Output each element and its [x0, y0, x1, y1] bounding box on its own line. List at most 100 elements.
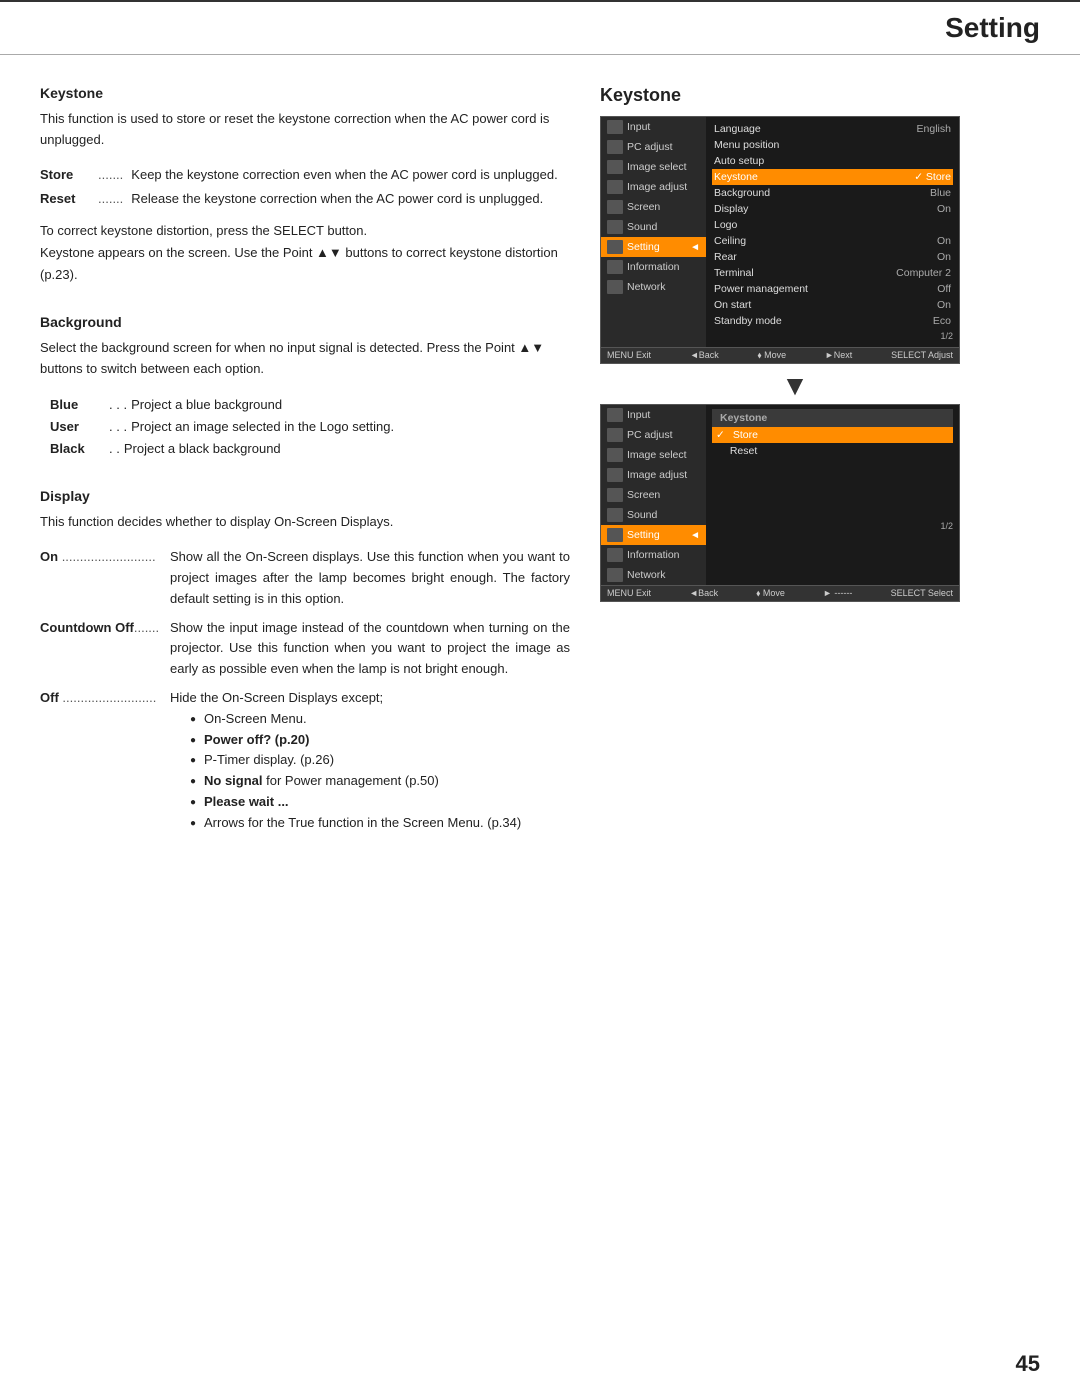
menu-image-adjust: Image adjust: [601, 177, 706, 197]
bg-blue-text: Project a blue background: [131, 394, 282, 416]
display-off-text: Hide the On-Screen Displays except; On-S…: [170, 688, 570, 834]
store-label: Store: [40, 165, 90, 186]
bullet-item-4: No signal for Power management (p.50): [190, 771, 570, 792]
submenu-store: ✓ Store: [712, 427, 953, 443]
arrow-down-indicator: ▼: [600, 372, 990, 400]
keystone-right-title: Keystone: [600, 85, 990, 106]
image-select-icon-2: [607, 448, 623, 462]
bullet-item-3: P-Timer display. (p.26): [190, 750, 570, 771]
sound-icon: [607, 220, 623, 234]
menu-right-standby: Standby mode Eco: [712, 313, 953, 329]
display-off-row: Off .......................... Hide the …: [40, 688, 570, 834]
keystone-reset-row: Reset ....... Release the keystone corre…: [40, 189, 570, 210]
screen-icon-2: [607, 488, 623, 502]
menu2-sound: Sound: [601, 505, 706, 525]
right-column: Keystone Input PC adjust Image sel: [600, 85, 990, 862]
image-adjust-icon-2: [607, 468, 623, 482]
menu2-input: Input: [601, 405, 706, 425]
menu-right-panel-2: Keystone ✓ Store Reset 1/2: [706, 405, 959, 585]
store-text: Keep the keystone correction even when t…: [131, 165, 570, 186]
menu-page-num-1: 1/2: [712, 329, 953, 343]
keystone-heading: Keystone: [40, 85, 570, 101]
bg-black-dots: . .: [109, 438, 120, 460]
bg-user-dots: . . .: [109, 416, 127, 438]
bg-black-row: Black . . Project a black background: [50, 438, 570, 460]
image-select-icon: [607, 160, 623, 174]
menu-statusbar-2: MENU Exit ◄Back ⬧ Move ► ------ SELECT S…: [601, 585, 959, 601]
background-heading: Background: [40, 314, 570, 330]
statusbar-back-1: ◄Back: [690, 350, 719, 361]
menu2-image-select: Image select: [601, 445, 706, 465]
background-body: Select the background screen for when no…: [40, 338, 570, 380]
menu-body-2: Input PC adjust Image select Image adjus…: [601, 405, 959, 585]
reset-label: Reset: [40, 189, 90, 210]
menu-right-logo: Logo: [712, 217, 953, 233]
keystone-body: This function is used to store or reset …: [40, 109, 570, 151]
page-number: 45: [1016, 1351, 1040, 1376]
bg-black-text: Project a black background: [124, 438, 281, 460]
menu2-image-adjust: Image adjust: [601, 465, 706, 485]
display-countdown-row: Countdown Off....... Show the input imag…: [40, 618, 570, 680]
menu-network: Network: [601, 277, 706, 297]
menu-right-rear: Rear On: [712, 249, 953, 265]
statusbar-exit-2: MENU Exit: [607, 588, 651, 599]
statusbar-exit-1: MENU Exit: [607, 350, 651, 361]
menu-right-menu-position: Menu position: [712, 137, 953, 153]
display-countdown-label: Countdown Off.......: [40, 618, 160, 680]
off-dots: ..........................: [62, 690, 156, 705]
menu2-information: Information: [601, 545, 706, 565]
store-dots: .......: [98, 165, 123, 186]
menu2-pc-adjust: PC adjust: [601, 425, 706, 445]
keystone-defs: Store ....... Keep the keystone correcti…: [40, 165, 570, 211]
menu2-screen: Screen: [601, 485, 706, 505]
screen-icon: [607, 200, 623, 214]
statusbar-adjust-1: SELECT Adjust: [891, 350, 953, 361]
statusbar-next-1: ►Next: [825, 350, 852, 361]
statusbar-next-2: ► ------: [823, 588, 852, 599]
bg-black-label: Black: [50, 438, 105, 460]
submenu-page-num: 1/2: [712, 519, 953, 533]
bg-user-row: User . . . Project an image selected in …: [50, 416, 570, 438]
keystone-note2: Keystone appears on the screen. Use the …: [40, 245, 558, 282]
menu-right-background: Background Blue: [712, 185, 953, 201]
menu-right-on-start: On start On: [712, 297, 953, 313]
information-icon: [607, 260, 623, 274]
input-icon: [607, 120, 623, 134]
statusbar-move-2: ⬧ Move: [756, 588, 785, 599]
keystone-note: To correct keystone distortion, press th…: [40, 220, 570, 286]
bullet-item-5: Please wait ...: [190, 792, 570, 813]
display-on-row: On .......................... Show all t…: [40, 547, 570, 609]
menu-right-auto-setup: Auto setup: [712, 153, 953, 169]
reset-dots: .......: [98, 189, 123, 210]
display-defs: On .......................... Show all t…: [40, 547, 570, 833]
bg-blue-row: Blue . . . Project a blue background: [50, 394, 570, 416]
statusbar-back-2: ◄Back: [689, 588, 718, 599]
menu-pc-adjust: PC adjust: [601, 137, 706, 157]
menu-right-panel-1: Language English Menu position Auto setu…: [706, 117, 959, 347]
sound-icon-2: [607, 508, 623, 522]
bg-user-text: Project an image selected in the Logo se…: [131, 416, 394, 438]
menu-setting: Setting ◄: [601, 237, 706, 257]
display-bullet-list: On-Screen Menu. Power off? (p.20) P-Time…: [190, 709, 570, 834]
display-heading: Display: [40, 488, 570, 504]
menu2-setting: Setting ◄: [601, 525, 706, 545]
keystone-section: Keystone This function is used to store …: [40, 85, 570, 286]
image-adjust-icon: [607, 180, 623, 194]
menu-sound: Sound: [601, 217, 706, 237]
menu-screenshot-1: Input PC adjust Image select Image adjus…: [600, 116, 960, 364]
keystone-store-row: Store ....... Keep the keystone correcti…: [40, 165, 570, 186]
statusbar-select-2: SELECT Select: [891, 588, 953, 599]
background-section: Background Select the background screen …: [40, 314, 570, 460]
on-dots: ..........................: [62, 549, 156, 564]
keystone-note1: To correct keystone distortion, press th…: [40, 223, 367, 238]
page-header: Setting: [0, 0, 1080, 55]
input-icon-2: [607, 408, 623, 422]
network-icon: [607, 280, 623, 294]
countdown-dots: .......: [134, 620, 159, 635]
left-column: Keystone This function is used to store …: [40, 85, 570, 862]
menu-statusbar-1: MENU Exit ◄Back ⬧ Move ►Next SELECT Adju…: [601, 347, 959, 363]
menu-image-select: Image select: [601, 157, 706, 177]
page-footer: 45: [1016, 1351, 1040, 1377]
display-countdown-text: Show the input image instead of the coun…: [170, 618, 570, 680]
menu-right-terminal: Terminal Computer 2: [712, 265, 953, 281]
